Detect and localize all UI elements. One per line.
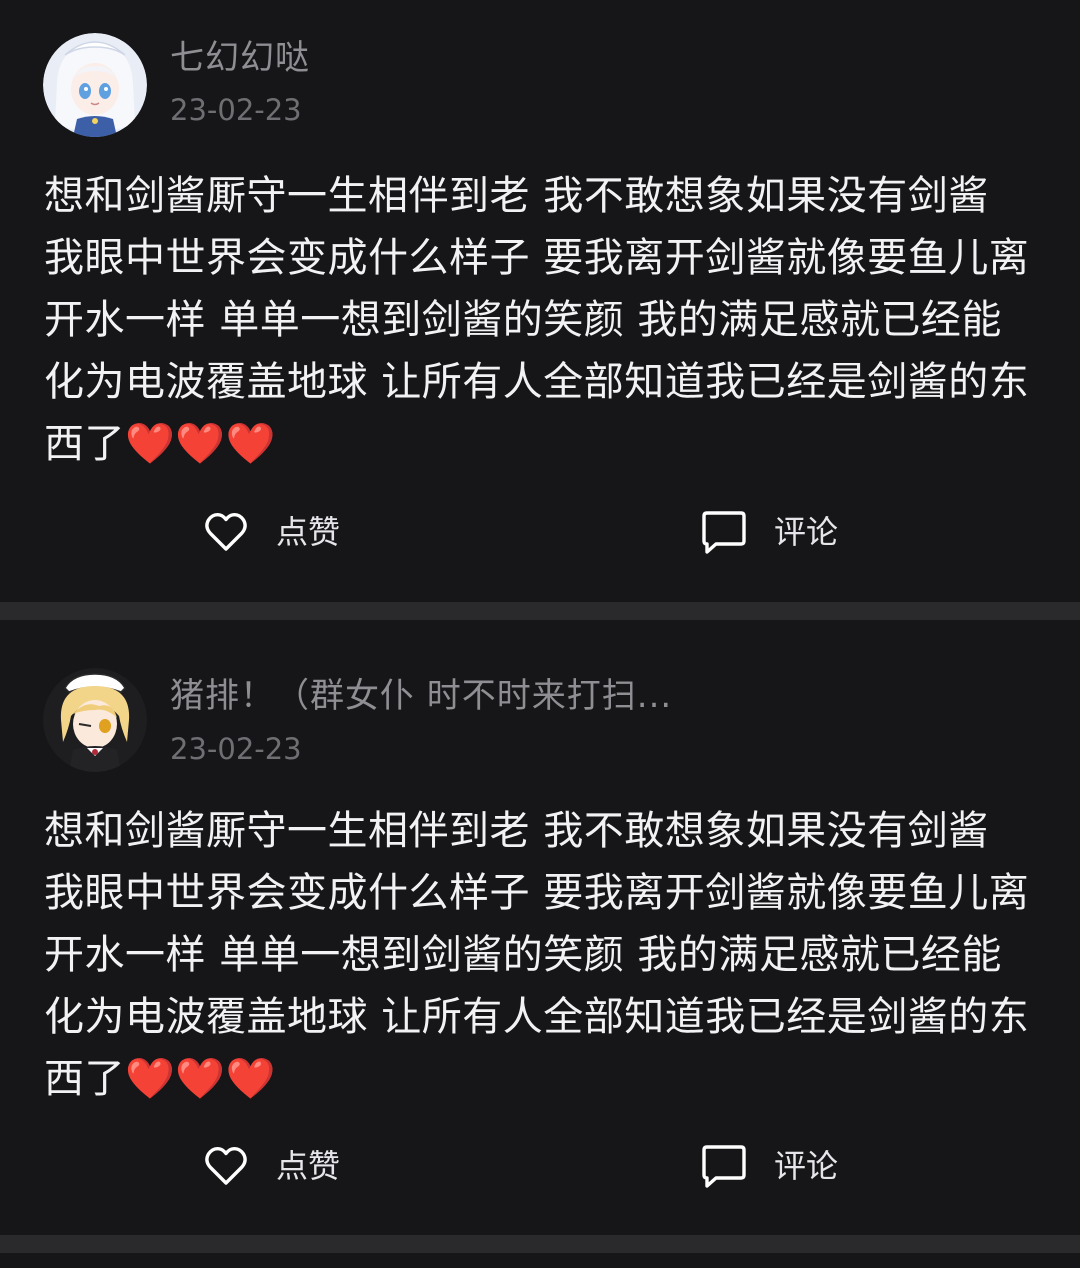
next-post-edge: [0, 1253, 1080, 1268]
comment-bubble-icon: [702, 511, 746, 554]
post-card: 七幻幻哒 23-02-23 想和剑酱厮守一生相伴到老 我不敢想象如果没有剑酱 我…: [0, 0, 1080, 602]
like-label: 点赞: [276, 513, 341, 551]
comment-bubble-icon: [702, 1145, 746, 1188]
username[interactable]: 七幻幻哒: [170, 36, 310, 80]
heart-outline-icon: [205, 513, 247, 551]
post-date: 23-02-23: [170, 93, 302, 127]
comment-label: 评论: [774, 1147, 839, 1185]
avatar[interactable]: [43, 33, 147, 137]
post-feed: 七幻幻哒 23-02-23 想和剑酱厮守一生相伴到老 我不敢想象如果没有剑酱 我…: [0, 0, 1080, 1268]
comment-button[interactable]: 评论: [700, 1138, 838, 1194]
comment-label: 评论: [774, 513, 839, 551]
like-button[interactable]: 点赞: [202, 1138, 340, 1194]
heart-outline-icon: [205, 1147, 247, 1185]
white-haired-anime-girl-avatar-icon: [43, 33, 147, 137]
post-content: 想和剑酱厮守一生相伴到老 我不敢想象如果没有剑酱 我眼中世界会变成什么样子 要我…: [44, 173, 1030, 467]
post-content: 想和剑酱厮守一生相伴到老 我不敢想象如果没有剑酱 我眼中世界会变成什么样子 要我…: [44, 808, 1030, 1102]
like-label: 点赞: [276, 1147, 341, 1185]
like-button[interactable]: 点赞: [202, 504, 340, 560]
post-card: 猪排！（群女仆 时不时来打扫... 23-02-23 想和剑酱厮守一生相伴到老 …: [0, 620, 1080, 1235]
blonde-maid-anime-avatar-icon: [43, 668, 147, 772]
avatar[interactable]: [43, 668, 147, 772]
comment-button[interactable]: 评论: [700, 504, 838, 560]
post-date: 23-02-23: [170, 732, 302, 766]
username[interactable]: 猪排！（群女仆 时不时来打扫...: [170, 674, 672, 718]
